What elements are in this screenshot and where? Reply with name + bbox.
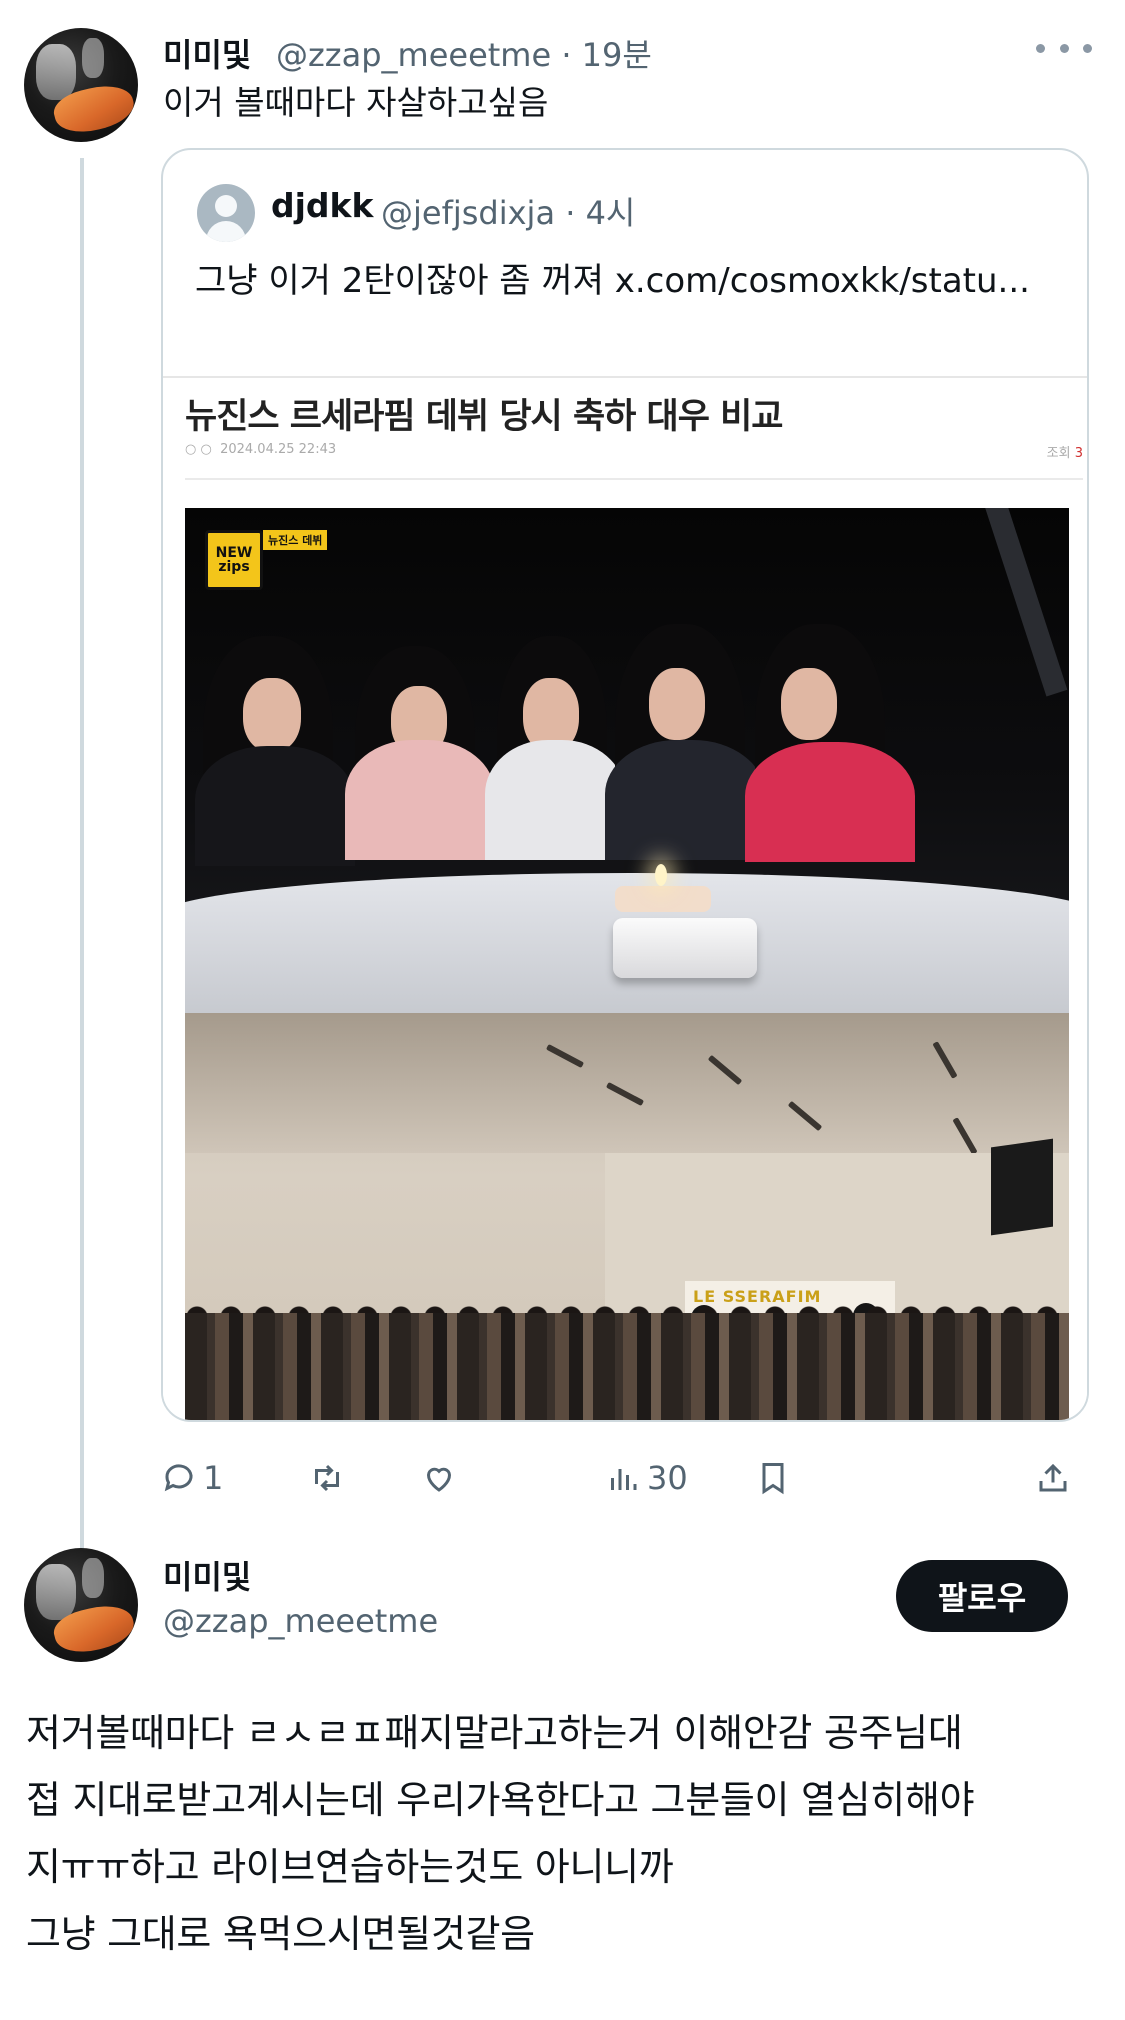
quoted-text: 그냥 이거 2탄이잖아 좀 꺼져 x.com/cosmoxkk/statu... (195, 261, 1030, 301)
reply-text: 이거 볼때마다 자살하고싶음 (163, 83, 549, 122)
quoted-display-name: djdkk (271, 186, 374, 225)
retweet-button[interactable] (309, 1448, 351, 1508)
reply-display-name[interactable]: 미미및 (163, 30, 251, 76)
article-date: ○ ○ 2024.04.25 22:43 (185, 442, 337, 457)
photo-birthday-table: NEW zips 뉴진스 데뷔 (185, 508, 1069, 1013)
quoted-time: · 4시 (565, 194, 636, 232)
article-views: 조회 3 (1046, 446, 1083, 461)
thread-line (80, 158, 84, 1554)
retweet-icon (315, 1464, 339, 1492)
quoted-meta: @jefjsdixja · 4시 (381, 188, 635, 234)
main-handle[interactable]: @zzap_meeetme (163, 1602, 438, 1640)
stage-pole (984, 508, 1068, 697)
action-bar: 1 30 (161, 1448, 1089, 1508)
follow-button[interactable]: 팔로우 (896, 1560, 1068, 1632)
newzips-tag: 뉴진스 데뷔 (263, 530, 328, 550)
views-icon (611, 1469, 637, 1490)
speaker (991, 1138, 1053, 1236)
reply-icon (164, 1464, 193, 1492)
views-button[interactable]: 30 (605, 1448, 688, 1508)
main-post-text: 저거볼때마다 ㄹㅅㄹㅍ패지말라고하는거 이해안감 공주님대 접 지대로받고계시는… (26, 1711, 975, 1956)
share-icon (1039, 1463, 1067, 1492)
reply-handle[interactable]: @zzap_meeetme (276, 36, 551, 74)
cake-box (613, 918, 757, 978)
bookmark-button[interactable] (755, 1448, 791, 1508)
photo-event-hall: LE SSERAFIM (185, 1013, 1069, 1420)
quoted-tweet-card[interactable]: djdkk @jefjsdixja · 4시 그냥 이거 2탄이잖아 좀 꺼져 … (161, 148, 1089, 1422)
ceiling (185, 1013, 1069, 1153)
reply-avatar[interactable] (24, 28, 138, 142)
more-icon[interactable] (1036, 32, 1092, 64)
views-count: 30 (647, 1459, 688, 1497)
bookmark-icon (762, 1463, 784, 1495)
crowd (185, 1313, 1069, 1420)
quoted-media[interactable]: 뉴진스 르세라핌 데뷔 당시 축하 대우 비교 ○ ○ 2024.04.25 2… (163, 376, 1087, 1420)
article-title: 뉴진스 르세라핌 데뷔 당시 축하 대우 비교 (185, 397, 784, 437)
article-divider (185, 478, 1083, 480)
cake (615, 886, 711, 912)
reply-meta: @zzap_meeetme · 19분 (276, 30, 652, 76)
candle-flame (655, 864, 667, 886)
quoted-handle: @jefjsdixja (381, 194, 556, 232)
like-icon (426, 1467, 452, 1492)
default-avatar-icon (197, 184, 255, 242)
main-avatar[interactable] (24, 1548, 138, 1662)
share-button[interactable] (1035, 1448, 1071, 1508)
newzips-logo: NEW zips (205, 530, 263, 590)
main-display-name[interactable]: 미미및 (163, 1552, 251, 1598)
reply-count: 1 (203, 1459, 224, 1497)
reply-time[interactable]: · 19분 (561, 36, 652, 74)
reply-button[interactable]: 1 (161, 1448, 223, 1508)
like-button[interactable] (421, 1448, 463, 1508)
